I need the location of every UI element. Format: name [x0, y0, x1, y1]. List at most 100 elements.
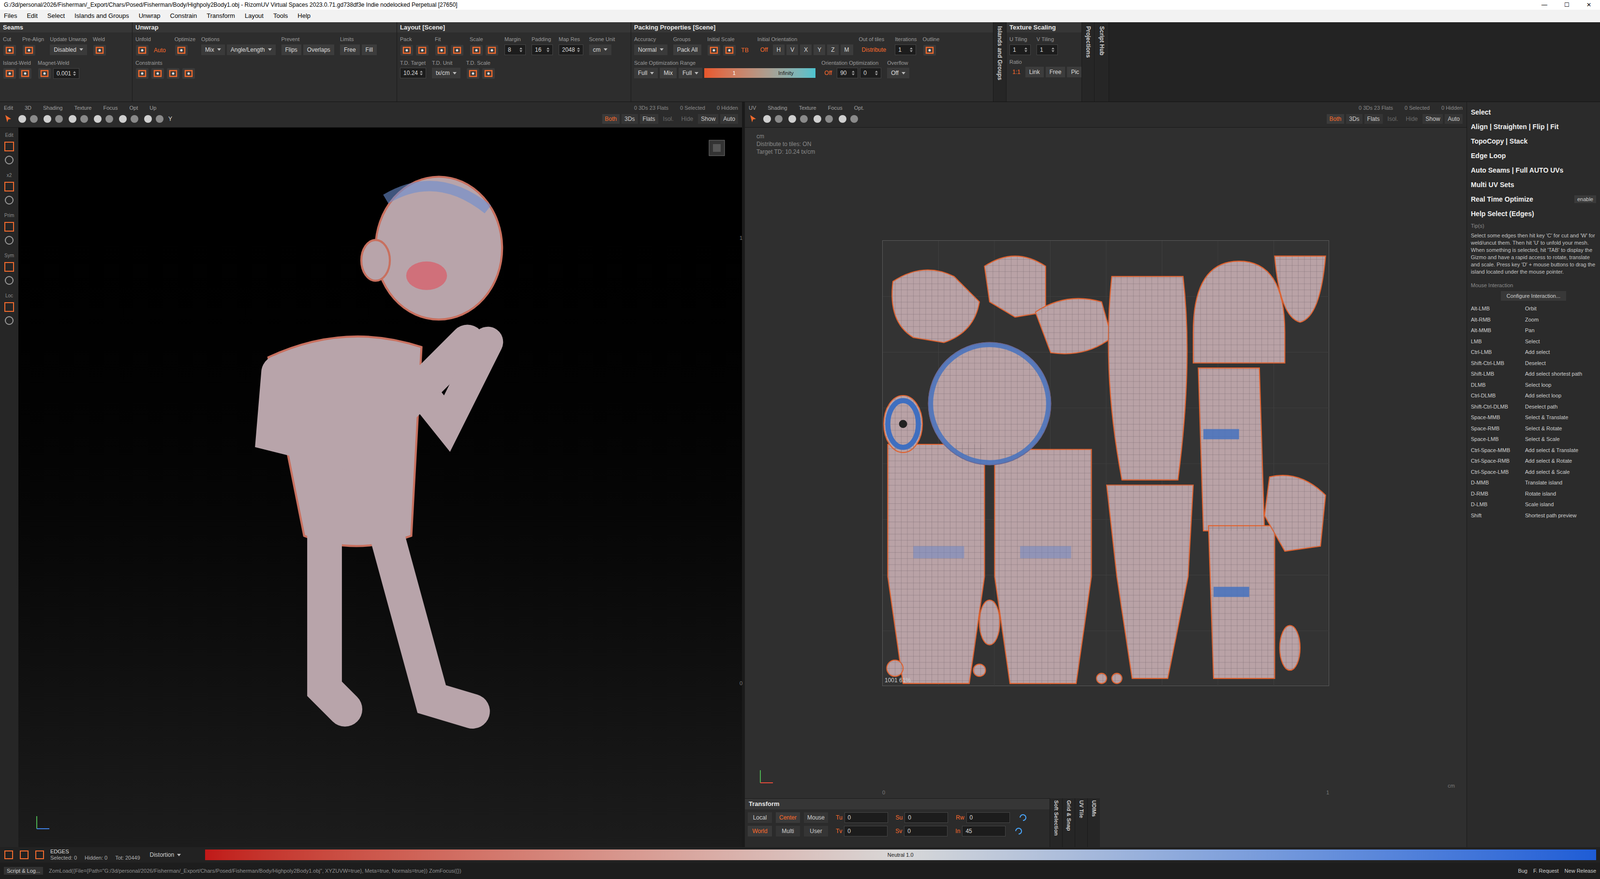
dropdown[interactable]: Mix	[201, 44, 225, 56]
toggle-button[interactable]: Fill	[361, 44, 377, 56]
uv-islands-drawing[interactable]	[882, 240, 1330, 687]
cursor-icon[interactable]	[748, 114, 759, 124]
dropdown[interactable]: Angle/Length	[226, 44, 276, 56]
uv-viewport[interactable]: cmDistribute to tiles: ONTarget TD: 10.2…	[744, 127, 1467, 799]
number-field[interactable]: 45	[962, 826, 1006, 837]
tool-icon[interactable]	[469, 44, 484, 57]
tool-icon[interactable]	[415, 44, 430, 57]
view-filter-button[interactable]: Show	[697, 114, 719, 124]
dropdown[interactable]: cm	[589, 44, 612, 56]
vertical-tab[interactable]: UDIMs	[1087, 798, 1100, 848]
tool-icon[interactable]	[174, 44, 189, 57]
view-filter-button[interactable]: Both	[602, 114, 621, 124]
shading-icon[interactable]	[79, 114, 89, 124]
footer-link[interactable]: New Release	[1564, 867, 1597, 876]
up-axis[interactable]: Y	[168, 114, 173, 124]
toggle-button[interactable]: H	[772, 44, 786, 56]
number-field[interactable]: 16	[531, 44, 553, 56]
shading-icon[interactable]	[42, 114, 53, 124]
menu-item[interactable]: Files	[3, 11, 17, 21]
tool-icon[interactable]	[485, 44, 499, 57]
toggle-button[interactable]: Flips	[281, 44, 302, 56]
accent-button[interactable]: 1:1	[1009, 66, 1024, 78]
tool-icon[interactable]	[3, 234, 15, 247]
shading-icon[interactable]	[762, 114, 772, 124]
tool-icon[interactable]	[3, 261, 15, 273]
vertical-tab[interactable]: Script Hub	[1094, 22, 1110, 102]
toggle-button[interactable]: Pack All	[673, 44, 702, 56]
section-header[interactable]: Auto Seams | Full AUTO UVs	[1470, 163, 1597, 177]
toggle-button[interactable]: X	[800, 44, 812, 56]
tool-icon[interactable]	[135, 67, 149, 80]
dropdown[interactable]: Full	[634, 67, 658, 79]
transform-mode-button[interactable]: Mouse	[803, 812, 829, 824]
menu-item[interactable]: Edit	[26, 11, 38, 21]
number-field[interactable]: 0.001	[53, 68, 80, 79]
tool-icon[interactable]	[707, 44, 721, 57]
window-control[interactable]: ✕	[1577, 0, 1600, 10]
shading-icon[interactable]	[824, 114, 834, 124]
shading-icon[interactable]	[812, 114, 823, 124]
tool-icon[interactable]	[3, 180, 15, 193]
accent-button[interactable]: Auto	[150, 44, 169, 56]
tool-icon[interactable]	[3, 154, 15, 166]
view-filter-button[interactable]: Auto	[1444, 114, 1463, 124]
toggle-button[interactable]: Free	[340, 44, 360, 56]
transform-mode-button[interactable]: World	[747, 826, 772, 837]
menu-item[interactable]: Transform	[206, 11, 236, 21]
accent-button[interactable]: Off	[757, 44, 771, 56]
configure-button[interactable]: Configure Interaction...	[1500, 291, 1567, 301]
dropdown[interactable]: Full	[678, 67, 703, 79]
shading-icon[interactable]	[92, 114, 103, 124]
shading-icon[interactable]	[29, 114, 39, 124]
tool-icon[interactable]	[3, 140, 15, 153]
tool-icon[interactable]	[2, 44, 17, 57]
view-filter-button[interactable]: Hide	[678, 114, 697, 124]
number-field[interactable]: 1	[1036, 44, 1058, 56]
accent-button[interactable]: TB	[738, 44, 752, 56]
number-field[interactable]: 10.24	[400, 67, 427, 79]
menu-item[interactable]: Islands and Groups	[74, 11, 130, 21]
shading-icon[interactable]	[799, 114, 809, 124]
shading-icon[interactable]	[154, 114, 165, 124]
tool-icon[interactable]	[400, 44, 414, 57]
shading-icon[interactable]	[118, 114, 128, 124]
toggle-button[interactable]: Overlaps	[303, 44, 335, 56]
dropdown[interactable]: Disabled	[49, 44, 88, 56]
vertical-tab[interactable]: UV Tile	[1074, 798, 1088, 848]
script-log-button[interactable]: Script & Log...	[3, 867, 44, 876]
dropdown[interactable]: Normal	[634, 44, 668, 56]
section-header[interactable]: Multi UV Sets	[1470, 178, 1597, 192]
shading-icon[interactable]	[104, 114, 115, 124]
uv-tile[interactable]: 1001 61%10	[882, 240, 1330, 687]
view-filter-button[interactable]: 3Ds	[1346, 114, 1363, 124]
toggle-button[interactable]: Link	[1025, 66, 1044, 78]
tool-icon[interactable]	[3, 194, 15, 207]
number-field[interactable]: 1	[1009, 44, 1031, 56]
tool-icon[interactable]	[18, 67, 32, 80]
enable-button[interactable]: enable	[1574, 195, 1597, 204]
vertical-tab[interactable]: Soft Selection	[1049, 798, 1063, 848]
tool-icon[interactable]	[150, 67, 165, 80]
tool-icon[interactable]	[135, 44, 149, 57]
transform-mode-button[interactable]: Multi	[775, 826, 800, 837]
number-field[interactable]: 2048	[558, 44, 584, 56]
view-filter-button[interactable]: Hide	[1403, 114, 1422, 124]
selection-mode-icon[interactable]	[34, 850, 45, 860]
section-header[interactable]: TopoCopy | Stack	[1470, 134, 1597, 148]
shading-icon[interactable]	[773, 114, 784, 124]
view-filter-button[interactable]: Isol.	[1384, 114, 1402, 124]
menu-item[interactable]: Help	[297, 11, 311, 21]
menu-item[interactable]: Constrain	[170, 11, 198, 21]
tool-icon[interactable]	[3, 221, 15, 233]
accent-button[interactable]: Off	[821, 67, 835, 79]
tool-icon[interactable]	[22, 44, 36, 57]
section-header[interactable]: Edge Loop	[1470, 149, 1597, 163]
number-field[interactable]: 0	[859, 67, 882, 79]
window-control[interactable]: —	[1533, 0, 1556, 10]
toggle-button[interactable]: Free	[1045, 66, 1066, 78]
cursor-icon[interactable]	[3, 114, 14, 124]
dropdown[interactable]: tx/cm	[431, 67, 461, 79]
number-field[interactable]: 90	[836, 67, 859, 79]
rotate-arrow-icon[interactable]	[1017, 812, 1029, 824]
